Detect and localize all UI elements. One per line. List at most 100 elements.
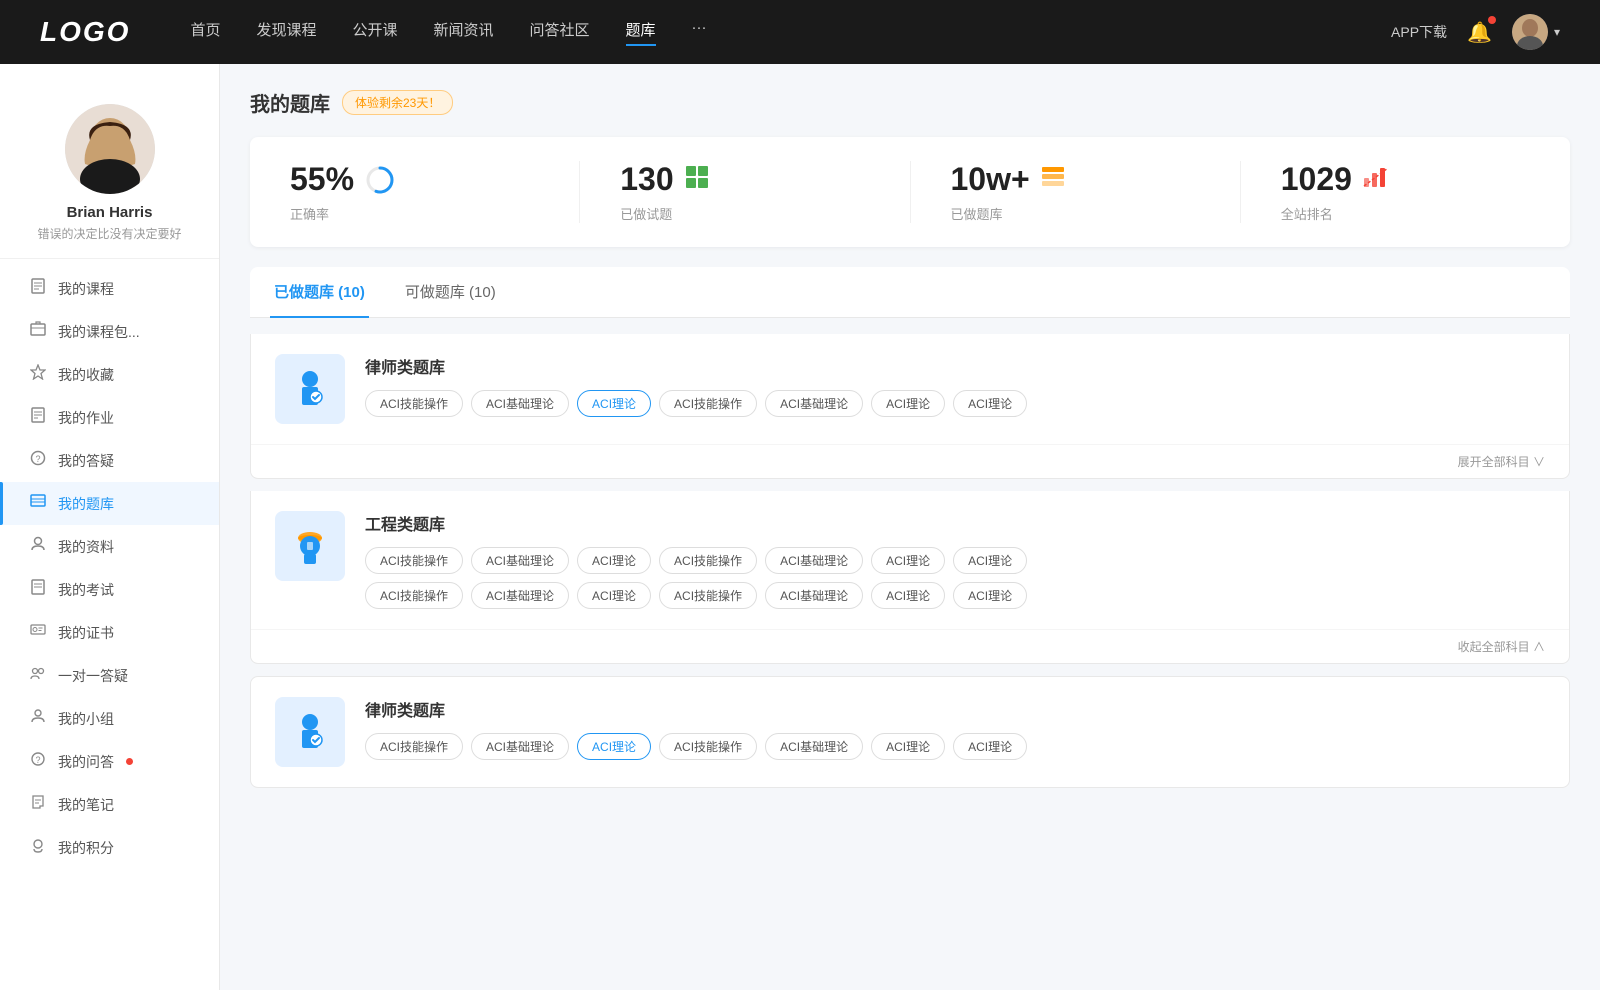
tag[interactable]: ACI技能操作 xyxy=(365,733,463,760)
tag[interactable]: ACI理论 xyxy=(577,582,651,609)
logo[interactable]: LOGO xyxy=(40,16,130,48)
tag[interactable]: ACI技能操作 xyxy=(659,390,757,417)
stat-value-accuracy: 55% xyxy=(290,161,354,198)
qbank-icon xyxy=(28,493,48,514)
sidebar-item-qa[interactable]: ? 我的答疑 xyxy=(0,439,219,482)
tag[interactable]: ACI理论 xyxy=(953,582,1027,609)
user-menu[interactable]: ▾ xyxy=(1512,14,1560,50)
app-download-link[interactable]: APP下载 xyxy=(1391,22,1447,42)
tag[interactable]: ACI基础理论 xyxy=(471,547,569,574)
tag[interactable]: ACI基础理论 xyxy=(471,733,569,760)
sidebar-item-my-qa[interactable]: ? 我的问答 xyxy=(0,740,219,783)
collapse-button-engineer[interactable]: 收起全部科目 ∧ xyxy=(1458,638,1545,655)
unread-dot xyxy=(126,758,133,765)
sidebar-item-favorites[interactable]: 我的收藏 xyxy=(0,353,219,396)
nav-qa[interactable]: 问答社区 xyxy=(530,19,590,46)
qbank-row: 律师类题库 ACI技能操作 ACI基础理论 ACI理论 ACI技能操作 ACI基… xyxy=(251,334,1569,445)
notification-badge xyxy=(1488,16,1496,24)
tag[interactable]: ACI技能操作 xyxy=(659,733,757,760)
sidebar-item-exam[interactable]: 我的考试 xyxy=(0,568,219,611)
nav-qbank[interactable]: 题库 xyxy=(626,19,656,46)
qbank-content-lawyer-2: 律师类题库 ACI技能操作 ACI基础理论 ACI理论 ACI技能操作 ACI基… xyxy=(365,697,1545,760)
nav-more[interactable]: ··· xyxy=(692,19,707,46)
nav-courses[interactable]: 发现课程 xyxy=(256,19,316,46)
sidebar-item-course-packages[interactable]: 我的课程包... xyxy=(0,310,219,353)
tag[interactable]: ACI基础理论 xyxy=(471,390,569,417)
sidebar-item-label: 我的考试 xyxy=(58,580,114,600)
sidebar-item-notes[interactable]: 我的笔记 xyxy=(0,783,219,826)
sidebar-item-certificate[interactable]: 我的证书 xyxy=(0,611,219,654)
notes-icon xyxy=(28,794,48,815)
list-icon xyxy=(1040,164,1066,195)
nav-home[interactable]: 首页 xyxy=(190,19,220,46)
tag[interactable]: ACI理论 xyxy=(953,733,1027,760)
tag[interactable]: ACI理论 xyxy=(871,733,945,760)
tag-active[interactable]: ACI理论 xyxy=(577,390,651,417)
profile-name: Brian Harris xyxy=(67,204,153,221)
user-avatar xyxy=(65,104,155,194)
tab-available-banks[interactable]: 可做题库 (10) xyxy=(401,267,500,318)
tag[interactable]: ACI理论 xyxy=(577,547,651,574)
tag[interactable]: ACI基础理论 xyxy=(765,390,863,417)
qbank-tags-lawyer-1: ACI技能操作 ACI基础理论 ACI理论 ACI技能操作 ACI基础理论 AC… xyxy=(365,390,1545,417)
notification-bell[interactable]: 🔔 xyxy=(1467,20,1492,45)
expand-button-lawyer-1[interactable]: 展开全部科目 ∨ xyxy=(1458,453,1545,470)
tag[interactable]: ACI基础理论 xyxy=(765,582,863,609)
sidebar-navigation: 我的课程 我的课程包... 我的收藏 我的作业 xyxy=(0,259,219,877)
sidebar-profile: Brian Harris 错误的决定比没有决定要好 xyxy=(0,84,219,259)
nav-open-course[interactable]: 公开课 xyxy=(352,19,397,46)
tag[interactable]: ACI基础理论 xyxy=(765,733,863,760)
sidebar-item-label: 我的答疑 xyxy=(58,451,114,471)
sidebar-item-label: 我的课程 xyxy=(58,279,114,299)
tag[interactable]: ACI基础理论 xyxy=(471,582,569,609)
points-icon xyxy=(28,837,48,858)
sidebar-item-one-on-one[interactable]: 一对一答疑 xyxy=(0,654,219,697)
navbar: LOGO 首页 发现课程 公开课 新闻资讯 问答社区 题库 ··· APP下载 … xyxy=(0,0,1600,64)
sidebar-item-profile-data[interactable]: 我的资料 xyxy=(0,525,219,568)
tag[interactable]: ACI理论 xyxy=(871,582,945,609)
qbank-section-lawyer-2: 律师类题库 ACI技能操作 ACI基础理论 ACI理论 ACI技能操作 ACI基… xyxy=(250,676,1570,788)
tag[interactable]: ACI技能操作 xyxy=(365,547,463,574)
bell-icon: 🔔 xyxy=(1467,22,1492,44)
tag[interactable]: ACI技能操作 xyxy=(365,390,463,417)
sidebar-item-qbank[interactable]: 我的题库 xyxy=(0,482,219,525)
tag[interactable]: ACI技能操作 xyxy=(659,547,757,574)
stat-value-done-q: 130 xyxy=(620,161,673,198)
my-qa-icon: ? xyxy=(28,751,48,772)
bar-chart-icon xyxy=(1362,164,1388,195)
stat-value-rank: 1029 xyxy=(1281,161,1352,198)
tag[interactable]: ACI理论 xyxy=(871,547,945,574)
qbank-row-engineer: 工程类题库 ACI技能操作 ACI基础理论 ACI理论 ACI技能操作 ACI基… xyxy=(251,491,1569,630)
qbank-footer-engineer: 收起全部科目 ∧ xyxy=(251,630,1569,663)
trial-badge: 体验剩余23天！ xyxy=(342,90,453,115)
tag[interactable]: ACI理论 xyxy=(871,390,945,417)
tag[interactable]: ACI理论 xyxy=(953,390,1027,417)
page-header: 我的题库 体验剩余23天！ xyxy=(250,88,1570,117)
sidebar-item-points[interactable]: 我的积分 xyxy=(0,826,219,869)
sidebar-item-label: 我的积分 xyxy=(58,838,114,858)
tab-done-banks[interactable]: 已做题库 (10) xyxy=(270,267,369,318)
tag[interactable]: ACI理论 xyxy=(953,547,1027,574)
main-content: 我的题库 体验剩余23天！ 55% 正确率 xyxy=(220,64,1600,990)
sidebar-item-my-courses[interactable]: 我的课程 xyxy=(0,267,219,310)
nav-news[interactable]: 新闻资讯 xyxy=(434,19,494,46)
qbank-content-lawyer-1: 律师类题库 ACI技能操作 ACI基础理论 ACI理论 ACI技能操作 ACI基… xyxy=(365,354,1545,417)
tag-active[interactable]: ACI理论 xyxy=(577,733,651,760)
qbank-tabs: 已做题库 (10) 可做题库 (10) xyxy=(250,267,1570,318)
user-avatar-small xyxy=(1512,14,1548,50)
sidebar-item-groups[interactable]: 我的小组 xyxy=(0,697,219,740)
tag[interactable]: ACI技能操作 xyxy=(659,582,757,609)
sidebar: Brian Harris 错误的决定比没有决定要好 我的课程 我的课程包... xyxy=(0,64,220,990)
stat-label-accuracy: 正确率 xyxy=(290,204,329,223)
tag[interactable]: ACI基础理论 xyxy=(765,547,863,574)
stat-rank: 1029 全站排名 xyxy=(1241,161,1570,223)
tag[interactable]: ACI技能操作 xyxy=(365,582,463,609)
page-title: 我的题库 xyxy=(250,88,330,117)
stat-top: 10w+ xyxy=(951,161,1066,198)
qbank-icon-lawyer-2 xyxy=(275,697,345,767)
course-package-icon xyxy=(28,321,48,342)
stat-done-banks: 10w+ 已做题库 xyxy=(911,161,1241,223)
sidebar-item-homework[interactable]: 我的作业 xyxy=(0,396,219,439)
star-icon xyxy=(28,364,48,385)
sidebar-item-label: 我的证书 xyxy=(58,623,114,643)
